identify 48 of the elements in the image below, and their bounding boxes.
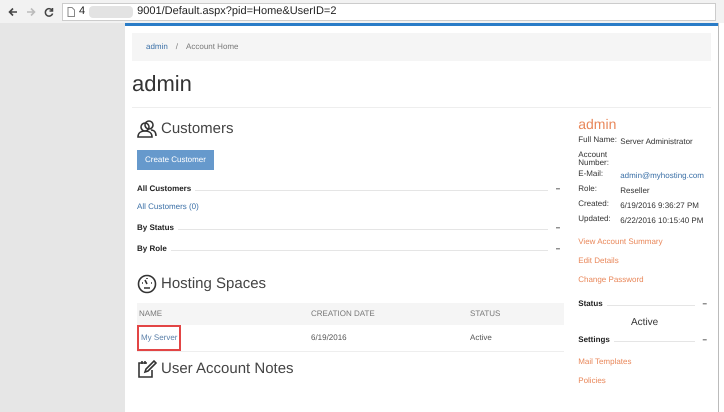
email-link[interactable]: admin@myhosting.com (620, 170, 704, 182)
column-header: STATUS (468, 303, 564, 325)
customers-link[interactable]: All Customers (0) (137, 200, 564, 212)
account-name: admin (578, 116, 618, 134)
breadcrumb-link[interactable]: admin (146, 41, 168, 53)
note-edit-icon (137, 359, 157, 380)
column-header: NAME (137, 303, 309, 325)
group-title: By Role (137, 242, 167, 254)
create-customer-button[interactable]: Create Customer (137, 150, 214, 170)
breadcrumb-text: / (176, 41, 178, 53)
collapse-toggle[interactable]: – (698, 336, 711, 344)
field-label: Created: (578, 200, 610, 210)
column-header: CREATION DATE (309, 303, 468, 325)
field-value: Reseller (620, 184, 650, 196)
address-text: 9001/Default.aspx?pid=Home&UserID=2 (137, 4, 336, 20)
collapse-toggle[interactable]: – (552, 184, 564, 192)
group-title: All Customers (137, 182, 192, 194)
address-field[interactable]: 4 9001/Default.aspx?pid=Home&UserID=2 (62, 2, 716, 20)
breadcrumb-text: Account Home (186, 41, 238, 53)
section-title: Hosting Spaces (161, 274, 266, 294)
field-label: E-Mail: (578, 170, 604, 180)
status-value: Active (630, 316, 660, 330)
table-cell: Active (468, 325, 564, 352)
space-name-link[interactable]: My Server (137, 325, 182, 351)
users-icon (137, 120, 157, 138)
section-title: User Account Notes (161, 359, 294, 379)
field-label: Account Number: (578, 150, 610, 166)
back-icon[interactable] (8, 6, 18, 16)
collapse-toggle[interactable]: – (698, 300, 711, 308)
field-label: Updated: (578, 214, 612, 225)
group-title: By Status (137, 222, 174, 234)
blurred-address (89, 6, 134, 18)
group-title: Status (578, 298, 603, 310)
page-title: admin (132, 73, 193, 95)
address-text: 4 (79, 4, 86, 20)
reload-icon[interactable] (44, 6, 54, 16)
collapse-toggle[interactable]: – (552, 244, 564, 252)
group-title: Settings (578, 334, 610, 346)
field-value: 6/19/2016 9:36:27 PM (620, 200, 699, 212)
page-icon (67, 6, 75, 16)
section-title: Customers (161, 119, 234, 139)
field-value: 6/22/2016 10:15:40 PM (620, 214, 704, 226)
gauge-icon (137, 274, 157, 294)
collapse-toggle[interactable]: – (552, 224, 564, 232)
table-cell: 6/19/2016 (309, 325, 468, 352)
field-value: Server Administrator (620, 136, 693, 148)
field-label: Role: (578, 184, 598, 194)
field-label: Full Name: (578, 136, 618, 146)
